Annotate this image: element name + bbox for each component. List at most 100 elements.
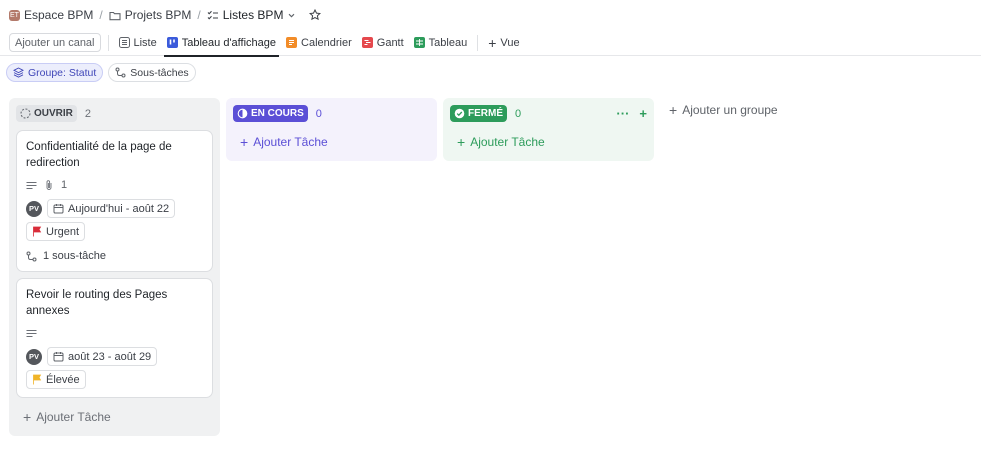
chip-label: Sous-tâches [130, 66, 189, 79]
column-header: OUVRIR 2 [16, 105, 213, 122]
plus-icon: + [669, 102, 678, 118]
calendar-icon [53, 351, 64, 362]
column-header: FERMÉ 0 ··· + [450, 105, 647, 122]
status-label: FERMÉ [468, 108, 503, 119]
task-count: 0 [515, 107, 522, 120]
add-task-label: Ajouter Tâche [253, 135, 328, 149]
status-badge[interactable]: EN COURS [233, 105, 308, 122]
breadcrumb-space[interactable]: ET Espace BPM [9, 8, 93, 22]
breadcrumb: ET Espace BPM / Projets BPM / Listes BPM [9, 7, 322, 23]
breadcrumb-folder[interactable]: Projets BPM [109, 8, 192, 22]
avatar[interactable]: PV [26, 348, 42, 365]
add-task-label: Ajouter Tâche [36, 410, 111, 424]
status-column-open: OUVRIR 2 Confidentialité de la page de r… [9, 98, 220, 436]
breadcrumb-separator: / [197, 8, 201, 22]
checklist-icon [207, 10, 219, 21]
add-group-label: Ajouter un groupe [682, 103, 778, 117]
status-column-closed: FERMÉ 0 ··· + + Ajouter Tâche [443, 98, 654, 161]
description-icon [26, 181, 37, 190]
task-assignee-row: PV Aujourd'hui - août 22 [26, 199, 203, 218]
tab-label: Calendrier [301, 36, 352, 49]
table-icon [413, 37, 425, 48]
breadcrumb-list[interactable]: Listes BPM [207, 8, 297, 22]
status-badge[interactable]: OUVRIR [16, 105, 77, 122]
add-task-button[interactable]: + Ajouter Tâche [240, 135, 328, 149]
add-task-button[interactable]: + Ajouter Tâche [457, 135, 545, 149]
chip-label: Groupe: Statut [28, 66, 97, 79]
tab-label: Gantt [376, 36, 404, 49]
calendar-icon [286, 37, 298, 48]
divider [107, 34, 109, 51]
date-range-chip[interactable]: août 23 - août 29 [47, 347, 158, 366]
description-icon [26, 329, 37, 338]
subtask-icon [26, 251, 37, 262]
add-task-label: Ajouter Tâche [470, 135, 545, 149]
star-icon[interactable] [309, 9, 322, 21]
subtasks-chip[interactable]: Sous-tâches [108, 63, 196, 82]
breadcrumb-space-label: Espace BPM [24, 8, 94, 22]
subtask-icon [115, 67, 126, 78]
task-card[interactable]: Confidentialité de la page de redirectio… [16, 130, 213, 272]
in-progress-status-icon [237, 108, 248, 119]
date-range-label: août 23 - août 29 [68, 350, 152, 363]
task-meta [26, 326, 203, 340]
tab-board[interactable]: Tableau d'affichage [163, 30, 280, 57]
task-count: 0 [315, 107, 322, 120]
tab-calendar[interactable]: Calendrier [283, 30, 355, 56]
plus-icon: + [488, 34, 497, 51]
date-range-chip[interactable]: Aujourd'hui - août 22 [47, 199, 176, 218]
group-by-status-chip[interactable]: Groupe: Statut [6, 63, 104, 82]
more-options-icon[interactable]: ··· [616, 106, 629, 121]
priority-label: Élevée [46, 373, 80, 386]
column-header: EN COURS 0 [233, 105, 430, 122]
status-column-in-progress: EN COURS 0 + Ajouter Tâche [226, 98, 437, 161]
add-view-label: Vue [500, 36, 520, 49]
chevron-down-icon[interactable] [287, 11, 296, 20]
paperclip-icon [44, 179, 54, 191]
breadcrumb-separator: / [99, 8, 103, 22]
flag-icon [32, 374, 42, 385]
subtask-toggle[interactable]: 1 sous-tâche [26, 250, 203, 262]
tab-gantt[interactable]: Gantt [359, 30, 407, 56]
list-icon [118, 37, 130, 48]
gantt-icon [361, 37, 373, 48]
breadcrumb-folder-label: Projets BPM [124, 8, 192, 22]
open-status-icon [20, 108, 31, 119]
tab-table[interactable]: Tableau [411, 30, 471, 56]
flag-icon [32, 226, 42, 237]
filter-bar: Groupe: Statut Sous-tâches [6, 63, 196, 82]
avatar[interactable]: PV [26, 200, 42, 217]
tab-label: Liste [133, 36, 157, 49]
plus-icon: + [457, 134, 466, 150]
priority-chip[interactable]: Urgent [26, 222, 86, 241]
task-card[interactable]: Revoir le routing des Pages annexes PV a… [16, 278, 213, 398]
attachment-count: 1 [61, 179, 68, 191]
column-actions: ··· + [616, 106, 647, 121]
check-circle-icon [454, 108, 465, 119]
status-label: EN COURS [251, 108, 304, 119]
task-title: Revoir le routing des Pages annexes [26, 289, 168, 317]
plus-icon[interactable]: + [639, 106, 647, 121]
add-channel-button[interactable]: Ajouter un canal [9, 33, 101, 52]
task-title: Confidentialité de la page de redirectio… [26, 141, 172, 169]
add-group-button[interactable]: + Ajouter un groupe [669, 103, 778, 117]
board-icon [166, 37, 178, 48]
plus-icon: + [23, 409, 32, 425]
priority-label: Urgent [46, 225, 80, 238]
tab-label: Tableau [428, 36, 468, 49]
task-assignee-row: PV août 23 - août 29 [26, 347, 203, 366]
view-bar: Ajouter un canal Liste Tableau d'afficha… [0, 30, 981, 57]
layers-icon [13, 67, 24, 78]
task-meta: 1 [26, 178, 203, 192]
space-avatar-icon: ET [9, 9, 20, 21]
subtask-label: 1 sous-tâche [43, 250, 106, 262]
status-badge[interactable]: FERMÉ [450, 105, 507, 122]
divider [477, 34, 479, 51]
add-task-button[interactable]: + Ajouter Tâche [23, 410, 111, 424]
breadcrumb-list-label: Listes BPM [222, 8, 284, 22]
priority-chip[interactable]: Élevée [26, 370, 86, 389]
plus-icon: + [240, 134, 249, 150]
tab-list[interactable]: Liste [116, 30, 160, 56]
folder-icon [109, 10, 121, 21]
add-view-button[interactable]: + Vue [485, 30, 522, 56]
